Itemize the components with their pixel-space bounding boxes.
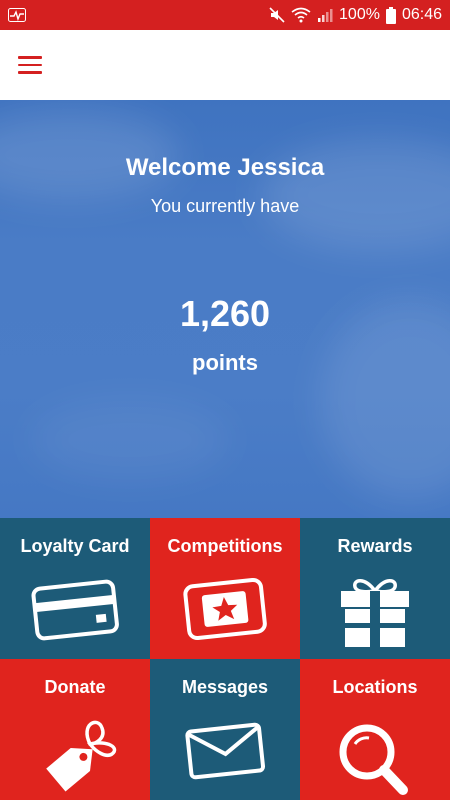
signal-icon <box>317 7 333 23</box>
tile-label: Donate <box>44 677 106 697</box>
locations-tile[interactable]: Locations <box>300 659 450 800</box>
tile-label: Rewards <box>337 536 413 556</box>
menu-tiles: Loyalty Card Competitions Rewards Donate… <box>0 518 450 800</box>
clock: 06:46 <box>401 6 442 23</box>
donate-tile[interactable]: Donate <box>0 659 150 800</box>
tile-label: Messages <box>181 677 269 697</box>
wifi-icon <box>291 7 311 23</box>
magnifier-icon <box>300 714 450 795</box>
loyalty-card-tile[interactable]: Loyalty Card <box>0 518 150 659</box>
tile-label: Locations <box>332 677 418 697</box>
hamburger-menu-icon[interactable] <box>18 51 52 79</box>
rewards-tile[interactable]: Rewards <box>300 518 450 659</box>
mute-icon <box>269 7 285 23</box>
points-value: 1,260 <box>179 293 271 334</box>
points-hero: Welcome Jessica You currently have 1,260… <box>0 100 450 518</box>
credit-card-icon <box>0 573 150 653</box>
competitions-tile[interactable]: Competitions <box>150 518 300 659</box>
status-bar: 100% 06:46 <box>0 0 450 30</box>
points-intro-text: You currently have <box>150 196 300 216</box>
tag-icon <box>0 714 150 794</box>
battery-icon <box>385 6 396 24</box>
battery-percent: 100% <box>339 6 380 23</box>
welcome-heading: Welcome Jessica <box>125 154 325 181</box>
tile-label: Loyalty Card <box>20 536 130 556</box>
points-label: points <box>192 350 258 375</box>
gift-icon <box>300 573 450 653</box>
messages-tile[interactable]: Messages <box>150 659 300 800</box>
envelope-icon <box>150 714 300 794</box>
ticket-star-icon <box>150 573 300 653</box>
app-bar <box>0 30 450 101</box>
activity-icon <box>8 8 26 22</box>
tile-label: Competitions <box>167 536 283 556</box>
